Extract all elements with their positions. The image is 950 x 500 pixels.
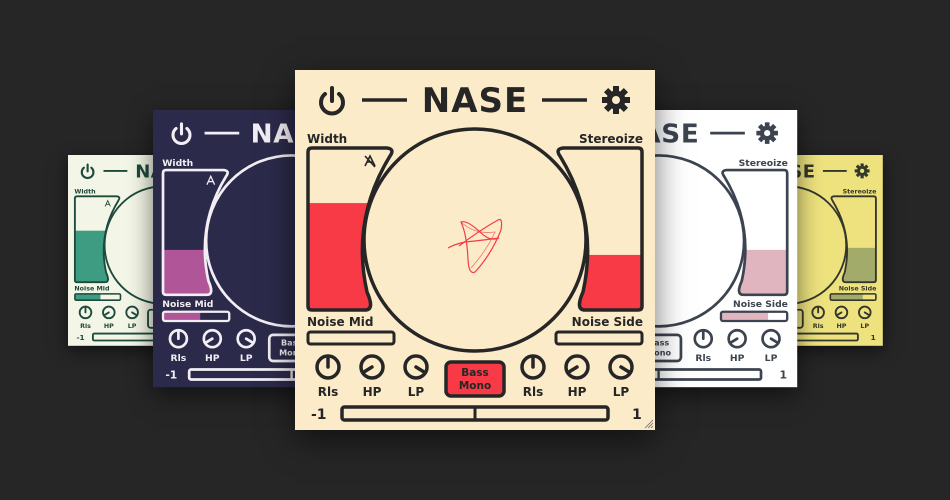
stereoize-label: Stereoize [739, 158, 788, 169]
mid-rls-knob[interactable] [315, 354, 341, 380]
mid-rls-label: Rls [80, 323, 91, 330]
auto-icon[interactable] [104, 199, 111, 207]
stereoize-label: Stereoize [579, 132, 643, 146]
mid-lp-label: LP [240, 353, 253, 364]
side-rls-knob[interactable] [693, 328, 714, 349]
side-lp-knob[interactable] [608, 354, 634, 380]
side-rls-label: Rls [523, 385, 544, 399]
vectorscope-trace [447, 218, 503, 274]
side-hp-label: HP [836, 323, 846, 330]
bass-mono-label: Bass [461, 367, 489, 379]
noise-mid-label: Noise Mid [307, 315, 374, 329]
noise-mid-slider[interactable] [161, 310, 231, 323]
noise-mid-label: Noise Mid [74, 286, 110, 293]
mid-hp-label: HP [104, 323, 114, 330]
side-rls-label: Rls [813, 323, 824, 330]
balance-max-label: 1 [779, 369, 787, 382]
noise-mid-slider[interactable] [306, 330, 396, 346]
mid-lp-label: LP [408, 385, 425, 399]
width-slider[interactable] [153, 168, 245, 297]
auto-off-icon[interactable] [364, 154, 376, 168]
width-label: Width [74, 189, 96, 196]
side-lp-label: LP [613, 385, 630, 399]
balance-slider[interactable] [340, 405, 610, 422]
noise-side-slider[interactable] [719, 310, 789, 323]
noise-side-slider[interactable] [554, 330, 644, 346]
width-label: Width [307, 132, 347, 146]
side-hp-label: HP [730, 353, 745, 364]
settings-gear-icon[interactable] [756, 122, 778, 144]
balance-min-label: -1 [311, 407, 327, 423]
noise-mid-slider[interactable] [74, 293, 122, 302]
power-icon[interactable] [80, 163, 95, 180]
stereoize-label: Stereoize [843, 189, 877, 196]
noise-side-label: Noise Side [839, 286, 877, 293]
width-slider[interactable] [295, 146, 415, 312]
noise-mid-label: Noise Mid [162, 299, 213, 310]
balance-min-label: -1 [76, 333, 84, 342]
plugin-panel-cream: NASE Width Stereoize Noise Mid Noise Sid… [295, 70, 655, 430]
resize-grip-icon[interactable] [644, 419, 654, 429]
side-hp-knob[interactable] [564, 354, 590, 380]
stereoize-slider[interactable] [535, 146, 655, 312]
mid-lp-knob[interactable] [236, 328, 256, 349]
settings-gear-icon[interactable] [854, 163, 870, 179]
balance-min-label: -1 [165, 369, 177, 382]
bass-mono-button[interactable]: Bass Mono [444, 360, 506, 398]
side-lp-label: LP [765, 353, 778, 364]
mid-hp-knob[interactable] [359, 354, 385, 380]
width-slider[interactable] [68, 195, 132, 284]
power-icon[interactable] [319, 86, 345, 116]
mid-lp-knob[interactable] [125, 305, 139, 320]
mid-hp-label: HP [363, 385, 382, 399]
width-label: Width [162, 158, 193, 169]
mid-lp-label: LP [128, 323, 137, 330]
settings-gear-icon[interactable] [602, 86, 630, 114]
stereoize-slider[interactable] [819, 195, 883, 284]
mid-rls-label: Rls [318, 385, 339, 399]
side-hp-knob[interactable] [834, 305, 849, 320]
balance-max-label: 1 [871, 333, 876, 342]
mid-rls-knob[interactable] [168, 328, 189, 349]
noise-side-slider[interactable] [829, 293, 877, 302]
plugin-title: NASE [422, 81, 528, 121]
noise-side-label: Noise Side [733, 299, 788, 310]
side-rls-knob[interactable] [811, 305, 825, 320]
vectorscope [362, 127, 588, 353]
mid-hp-knob[interactable] [202, 328, 223, 349]
side-hp-label: HP [568, 385, 587, 399]
mid-rls-label: Rls [171, 353, 187, 364]
balance-max-label: 1 [632, 407, 642, 423]
side-lp-knob[interactable] [761, 328, 781, 349]
mid-rls-knob[interactable] [78, 305, 93, 320]
auto-icon[interactable] [206, 174, 216, 185]
side-lp-label: LP [860, 323, 869, 330]
side-rls-knob[interactable] [520, 354, 546, 380]
mid-hp-knob[interactable] [102, 305, 116, 320]
bass-mono-label: Mono [459, 380, 491, 392]
noise-side-label: Noise Side [572, 315, 643, 329]
mid-lp-knob[interactable] [403, 354, 429, 380]
side-rls-label: Rls [695, 353, 711, 364]
power-icon[interactable] [171, 122, 192, 146]
mid-hp-label: HP [205, 353, 220, 364]
stereoize-slider[interactable] [705, 168, 797, 297]
side-lp-knob[interactable] [858, 305, 872, 320]
side-hp-knob[interactable] [727, 328, 747, 349]
